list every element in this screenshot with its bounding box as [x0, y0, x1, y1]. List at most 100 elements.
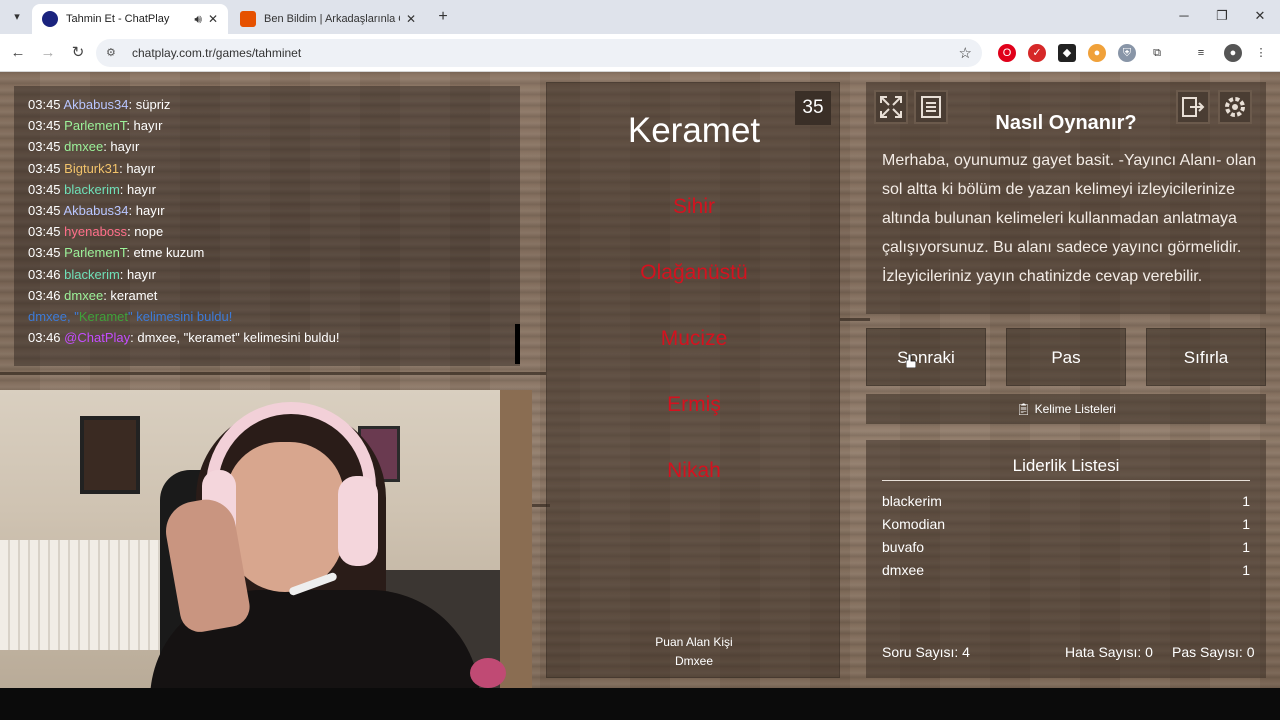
chat-text: : nope	[127, 224, 164, 240]
back-icon[interactable]: ←	[8, 43, 28, 63]
chat-username: dmxee	[64, 139, 104, 155]
close-tab-icon[interactable]: ✕	[406, 12, 416, 26]
red-extension-icon[interactable]: ✓	[1028, 44, 1046, 62]
flowers	[470, 658, 506, 688]
system-text: " kelimesini buldu!	[128, 308, 233, 324]
chat-text: : etme kuzum	[126, 245, 205, 261]
chat-username: dmxee	[64, 287, 104, 303]
leaderboard-row: Komodian 1	[882, 512, 1250, 535]
media-control-icon[interactable]: ≡	[1192, 44, 1210, 62]
chat-timestamp: 03:46	[28, 330, 61, 346]
chat-username: Bigturk31	[64, 160, 120, 176]
chat-message: 03:45 Akbabus34: hayır	[28, 200, 520, 221]
leaderboard-panel: Liderlik Listesi blackerim 1 Komodian 1 …	[866, 440, 1266, 678]
reload-icon[interactable]: ↻	[68, 43, 88, 63]
chat-message: 03:46 dmxee: keramet	[28, 285, 520, 306]
chat-timestamp: 03:45	[28, 245, 61, 261]
opera-extension-icon[interactable]: O	[998, 44, 1016, 62]
chat-message: 03:46 blackerim: hayır	[28, 264, 520, 285]
site-info-icon[interactable]: ⚙	[106, 46, 120, 60]
close-window-icon[interactable]: ✕	[1248, 6, 1272, 26]
scorer-label: Puan Alan Kişi	[655, 635, 733, 649]
benbildim-favicon-icon	[240, 11, 256, 27]
forward-icon[interactable]: →	[38, 43, 58, 63]
how-to-play-title: Nasıl Oynanır?	[995, 112, 1137, 134]
address-bar[interactable]: ⚙ chatplay.com.tr/games/tahminet ☆	[96, 39, 982, 67]
chat-message: 03:46 @ChatPlay: dmxee, "keramet" kelime…	[28, 327, 520, 348]
chat-text: : hayır	[119, 160, 156, 176]
player-score: 1	[1242, 538, 1250, 555]
taboo-word: Sihir	[672, 195, 715, 218]
hand-cursor-icon	[906, 354, 916, 368]
tab-strip: ▾ Tahmin Et - ChatPlay 🔊︎ ✕ Ben Bildim |…	[0, 0, 1280, 34]
chat-timestamp: 03:45	[28, 202, 61, 218]
chat-timestamp: 03:45	[28, 139, 61, 155]
pass-count: Pas Sayısı: 0	[1172, 644, 1255, 660]
restore-icon[interactable]: ❐	[1210, 6, 1234, 26]
chat-timestamp: 03:45	[28, 118, 61, 134]
url-text[interactable]: chatplay.com.tr/games/tahminet	[132, 46, 959, 60]
chat-timestamp: 03:45	[28, 181, 61, 197]
chat-timestamp: 03:46	[28, 287, 61, 303]
leaderboard-row: dmxee 1	[882, 558, 1250, 581]
bookmark-star-icon[interactable]: ☆	[959, 44, 972, 62]
shield-extension-icon[interactable]: ⛨	[1118, 44, 1136, 62]
webcam-video	[0, 390, 532, 688]
target-word: Keramet	[627, 111, 761, 150]
scorer-name: Dmxee	[674, 654, 713, 668]
tab-title: Ben Bildim | Arkadaşlarınla Onli	[264, 13, 400, 25]
chat-system-message: dmxee, "Keramet" kelimesini buldu!	[28, 306, 520, 327]
player-score: 1	[1242, 492, 1250, 509]
chat-username: Akbabus34	[63, 202, 129, 218]
how-to-play-text: Merhaba, oyunumuz gayet basit. -Yayıncı …	[882, 152, 1257, 285]
chat-message: 03:45 dmxee: hayır	[28, 136, 520, 157]
chat-timestamp: 03:45	[28, 160, 61, 176]
tab-search-icon[interactable]: ▾	[8, 8, 26, 26]
next-button[interactable]: Sonraki	[866, 328, 986, 386]
orange-extension-icon[interactable]: ●	[1088, 44, 1106, 62]
chat-username: ParlemenT	[64, 245, 127, 261]
taboo-word: Nikah	[667, 459, 721, 482]
chat-text: : keramet	[103, 287, 158, 303]
chat-text: : hayır	[119, 181, 156, 197]
tab-ben-bildim[interactable]: Ben Bildim | Arkadaşlarınla Onli ✕	[230, 4, 426, 34]
minimize-icon[interactable]: ─	[1172, 6, 1196, 26]
word-lists-label: Kelime Listeleri	[1034, 402, 1116, 416]
leaderboard-title: Liderlik Listesi	[1012, 456, 1120, 475]
found-word: Keramet	[78, 308, 128, 324]
error-count: Hata Sayısı: 0	[1065, 644, 1153, 660]
taboo-word: Ermiş	[667, 393, 721, 416]
wood-plank-divider	[840, 318, 870, 321]
chat-username: @ChatPlay	[64, 330, 131, 346]
word-card: 35 Keramet Sihir Olağanüstü Mucize Ermiş…	[546, 82, 840, 678]
chat-timestamp: 03:46	[28, 266, 61, 282]
speaker-icon[interactable]: 🔊︎	[194, 12, 202, 27]
chat-text: : hayır	[126, 118, 163, 134]
profile-avatar-icon[interactable]: ●	[1224, 44, 1242, 62]
chat-message: 03:45 blackerim: hayır	[28, 179, 520, 200]
extensions-puzzle-icon[interactable]: ⧉	[1148, 44, 1166, 62]
player-name: blackerim	[882, 492, 942, 509]
leaderboard-row: buvafo 1	[882, 535, 1250, 558]
tab-tahmin-et[interactable]: Tahmin Et - ChatPlay 🔊︎ ✕	[32, 4, 228, 34]
word-lists-button[interactable]: 📋︎ Kelime Listeleri	[866, 394, 1266, 424]
chat-messages: 03:45 Akbabus34: süpriz 03:45 ParlemenT: …	[28, 94, 520, 348]
player-score: 1	[1242, 515, 1250, 532]
menu-kebab-icon[interactable]: ⋮	[1252, 44, 1270, 62]
dark-extension-icon[interactable]: ◆	[1058, 44, 1076, 62]
taboo-word: Mucize	[660, 327, 728, 350]
close-tab-icon[interactable]: ✕	[208, 12, 218, 26]
pass-button[interactable]: Pas	[1006, 328, 1126, 386]
new-tab-icon[interactable]: +	[434, 8, 452, 26]
chat-text: : hayır	[119, 266, 156, 282]
reset-button[interactable]: Sıfırla	[1146, 328, 1266, 386]
tab-title: Tahmin Et - ChatPlay	[66, 13, 170, 25]
how-to-play-panel: Nasıl Oynanır? Merhaba, oyunumuz gayet b…	[866, 82, 1266, 314]
chat-username: Akbabus34	[63, 97, 129, 112]
chat-text: : süpriz	[128, 97, 171, 112]
chat-scrollbar[interactable]	[515, 324, 520, 364]
player-name: buvafo	[882, 538, 925, 555]
taboo-word: Olağanüstü	[640, 261, 748, 284]
chat-message: 03:45 ParlemenT: hayır	[28, 115, 520, 136]
bottom-bar	[0, 688, 1280, 720]
